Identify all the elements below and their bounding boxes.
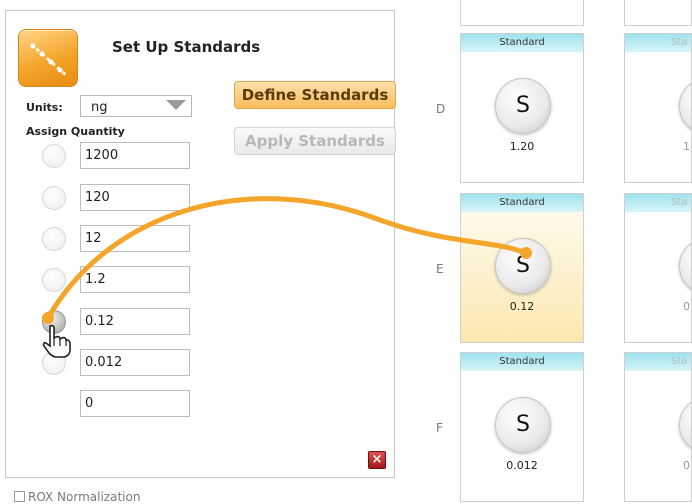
checkbox-icon[interactable] bbox=[14, 491, 25, 502]
units-label: Units: bbox=[26, 101, 63, 114]
well-header: Standard bbox=[461, 194, 583, 212]
dialog-title: Set Up Standards bbox=[112, 38, 261, 56]
well-standard[interactable]: Standard S 1.20 bbox=[460, 33, 584, 183]
standards-logo-icon bbox=[18, 29, 78, 87]
well-standard-partial[interactable]: Sta S 1 bbox=[624, 33, 692, 183]
quantity-input[interactable]: 1200 bbox=[80, 142, 190, 169]
standard-radio[interactable] bbox=[42, 268, 66, 292]
standard-s-icon: S bbox=[679, 238, 691, 294]
assign-quantity-label: Assign Quantity bbox=[26, 125, 125, 138]
standard-s-icon: S bbox=[495, 78, 551, 134]
row-label-f: F bbox=[436, 421, 443, 435]
well-quantity: 0 bbox=[683, 300, 690, 313]
well-quantity: 1 bbox=[683, 140, 690, 153]
define-standards-button[interactable]: Define Standards bbox=[234, 81, 396, 109]
well-quantity: 0. bbox=[683, 459, 691, 472]
quantity-input[interactable]: 0.012 bbox=[80, 349, 190, 376]
quantity-input[interactable]: 120 bbox=[80, 184, 190, 211]
well-quantity: 0.12 bbox=[509, 300, 535, 313]
units-dropdown[interactable]: ng bbox=[80, 95, 192, 117]
quantity-input[interactable]: 1.2 bbox=[80, 266, 190, 293]
well-header: Sta bbox=[625, 353, 691, 371]
standard-s-icon: S bbox=[679, 78, 691, 134]
row-label-e: E bbox=[436, 262, 444, 276]
plate-well-above bbox=[624, 0, 692, 26]
well-quantity: 1.20 bbox=[509, 140, 535, 153]
row-label-d: D bbox=[436, 102, 446, 116]
well-header: Standard bbox=[461, 34, 583, 52]
quantity-input[interactable]: 12 bbox=[80, 225, 190, 252]
standard-s-icon: S bbox=[495, 238, 551, 294]
quantity-input[interactable]: 0 bbox=[80, 390, 190, 417]
units-value: ng bbox=[91, 100, 108, 115]
set-up-standards-dialog: Set Up Standards Units: ng Assign Quanti… bbox=[5, 10, 396, 478]
pointer-hand-icon bbox=[42, 324, 71, 358]
plate-well-above bbox=[460, 0, 584, 26]
well-standard-highlighted[interactable]: Standard S 0.12 bbox=[460, 193, 584, 343]
well-standard[interactable]: Standard S 0.012 bbox=[460, 352, 584, 502]
standard-radio[interactable] bbox=[42, 144, 66, 168]
standard-radio[interactable] bbox=[42, 186, 66, 210]
well-standard-partial[interactable]: Sta S 0. bbox=[624, 352, 692, 502]
quantity-input[interactable]: 0.12 bbox=[80, 308, 190, 335]
well-header: Sta bbox=[625, 194, 691, 212]
standard-radio[interactable] bbox=[42, 227, 66, 251]
well-header: Standard bbox=[461, 353, 583, 371]
apply-standards-button[interactable]: Apply Standards bbox=[234, 127, 396, 155]
standard-s-icon: S bbox=[679, 397, 691, 453]
well-standard-partial[interactable]: Sta S 0 bbox=[624, 193, 692, 343]
standard-s-icon: S bbox=[495, 397, 551, 453]
well-quantity: 0.012 bbox=[506, 459, 538, 472]
close-icon[interactable]: × bbox=[368, 451, 386, 469]
chevron-down-icon bbox=[166, 100, 186, 110]
well-header: Sta bbox=[625, 34, 691, 52]
